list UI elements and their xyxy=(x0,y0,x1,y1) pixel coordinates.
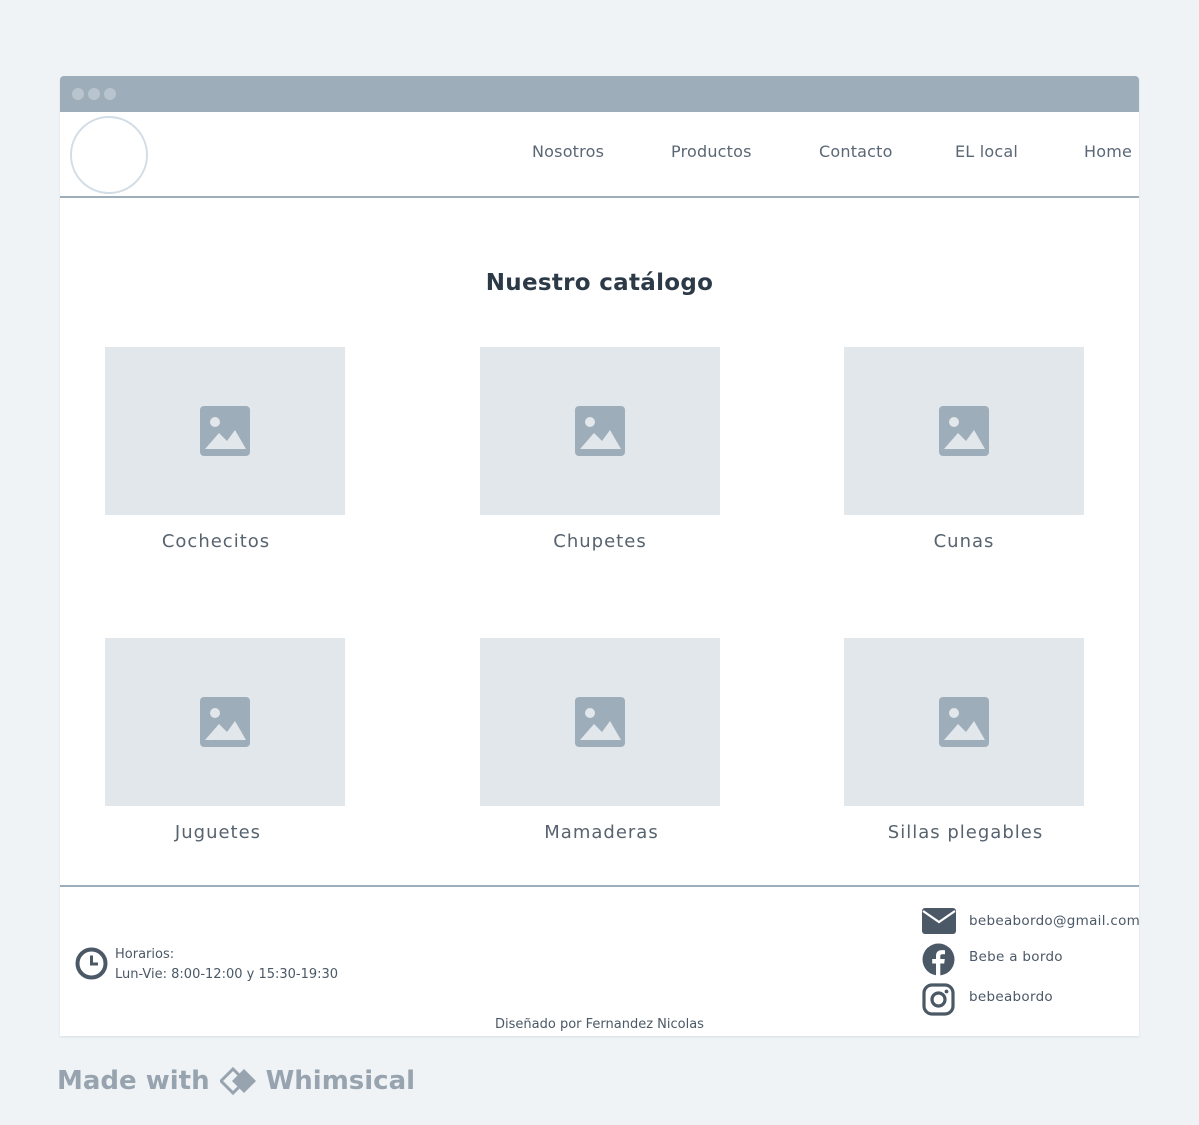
product-label: Cochecitos xyxy=(161,531,271,552)
footer: Horarios: Lun-Vie: 8:00-12:00 y 15:30-19… xyxy=(60,885,1139,1036)
product-image-placeholder xyxy=(844,638,1084,806)
window-dot xyxy=(104,88,116,100)
product-card-chupetes[interactable]: Chupetes xyxy=(480,347,720,552)
designer-credit: Diseñado por Fernandez Nicolas xyxy=(495,1017,704,1032)
nav-link-el-local[interactable]: EL local xyxy=(955,142,1018,161)
facebook-text: Bebe a bordo xyxy=(969,949,1063,965)
hours-title: Horarios: xyxy=(115,947,175,962)
product-label: Mamaderas xyxy=(544,822,659,843)
product-label: Cunas xyxy=(933,531,995,552)
product-label: Sillas plegables xyxy=(887,822,1044,843)
nav-link-nosotros[interactable]: Nosotros xyxy=(532,142,604,161)
nav-link-productos[interactable]: Productos xyxy=(671,142,752,161)
made-with-text: Made with xyxy=(57,1066,210,1096)
product-image-placeholder xyxy=(480,347,720,515)
image-icon xyxy=(939,697,989,747)
logo-placeholder[interactable] xyxy=(70,116,148,194)
clock-icon xyxy=(75,947,108,980)
image-icon xyxy=(575,406,625,456)
business-hours: Horarios: Lun-Vie: 8:00-12:00 y 15:30-19… xyxy=(115,945,338,985)
facebook-icon xyxy=(922,943,955,976)
mail-icon xyxy=(922,908,956,934)
image-icon xyxy=(939,406,989,456)
whimsical-watermark[interactable]: Made with Whimsical xyxy=(57,1064,415,1098)
hours-detail: Lun-Vie: 8:00-12:00 y 15:30-19:30 xyxy=(115,967,339,982)
window-titlebar xyxy=(60,76,1139,112)
product-image-placeholder xyxy=(105,347,345,515)
product-image-placeholder xyxy=(480,638,720,806)
product-card-cochecitos[interactable]: Cochecitos xyxy=(105,347,345,552)
product-card-cunas[interactable]: Cunas xyxy=(844,347,1084,552)
whimsical-logo-icon xyxy=(219,1066,256,1096)
instagram-icon xyxy=(922,983,955,1016)
product-card-juguetes[interactable]: Juguetes xyxy=(105,638,345,843)
product-image-placeholder xyxy=(844,347,1084,515)
image-icon xyxy=(200,406,250,456)
nav-link-contacto[interactable]: Contacto xyxy=(819,142,893,161)
page-title: Nuestro catálogo xyxy=(485,270,714,296)
product-label: Juguetes xyxy=(174,822,262,843)
product-card-mamaderas[interactable]: Mamaderas xyxy=(480,638,720,843)
browser-window: Nosotros Productos Contacto EL local Hom… xyxy=(60,76,1139,1036)
navbar: Nosotros Productos Contacto EL local Hom… xyxy=(60,112,1139,198)
email-text: bebeabordo@gmail.com xyxy=(969,913,1139,929)
window-dot xyxy=(72,88,84,100)
product-image-placeholder xyxy=(105,638,345,806)
image-icon xyxy=(575,697,625,747)
instagram-text: bebeabordo xyxy=(969,989,1053,1005)
image-icon xyxy=(200,697,250,747)
product-card-sillas-plegables[interactable]: Sillas plegables xyxy=(844,638,1084,843)
nav-link-home[interactable]: Home xyxy=(1084,142,1132,161)
whimsical-brand-text: Whimsical xyxy=(265,1066,416,1096)
window-dot xyxy=(88,88,100,100)
product-label: Chupetes xyxy=(553,531,647,552)
